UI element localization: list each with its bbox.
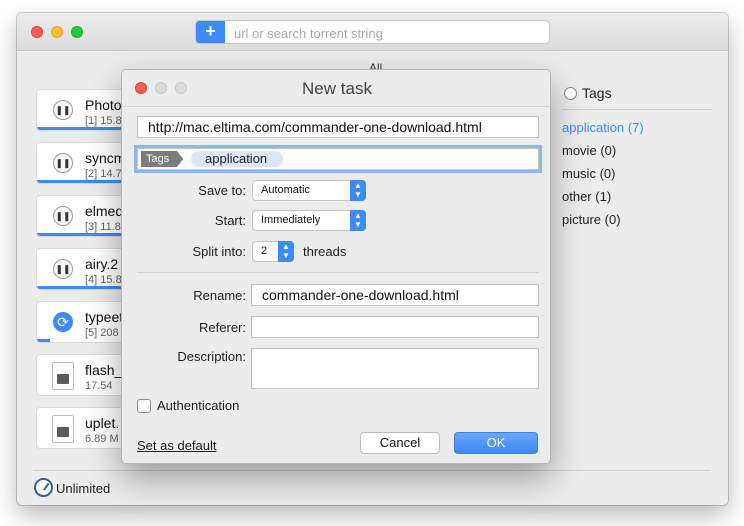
pause-icon[interactable]: ❚❚ [53,153,73,173]
divider [562,109,712,110]
plus-icon: + [205,21,216,41]
tag-filter-label: other [562,189,592,204]
tag-filter-count: (0) [604,212,621,227]
tags-header[interactable]: Tags [562,83,712,105]
pause-icon[interactable]: ❚❚ [53,259,73,279]
split-into-select[interactable]: 2 ▲ ▼ [252,241,294,262]
split-into-value: 2 [261,245,268,257]
authentication-checkbox[interactable] [137,399,151,413]
tags-title: Tags [582,85,612,101]
tag-filter-label: application [562,120,625,135]
tags-field-label: Tags [141,151,184,167]
url-search-input[interactable] [234,25,534,41]
description-label: Description: [177,349,246,364]
download-meta: [5] 208 [85,327,119,339]
cancel-button[interactable]: Cancel [360,432,440,454]
download-meta: [4] 15.8 [85,274,122,286]
start-select[interactable]: Immediately ▲ ▼ [252,210,366,231]
authentication-label[interactable]: Authentication [157,398,239,413]
download-meta: [2] 14.7 [85,168,122,180]
tag-filter-label: movie [562,143,597,158]
tag-filter-label: picture [562,212,602,227]
tags-panel: Tags application (7) movie (0) music (0) ot… [562,83,712,231]
download-meta: [3] 11.8 [85,221,121,233]
speedometer-icon[interactable] [34,478,53,497]
updown-arrows-icon: ▲ ▼ [350,180,366,201]
add-task-button[interactable]: + [196,21,225,43]
tag-filter-item[interactable]: application (7) [562,116,712,139]
divider [137,272,539,273]
tag-filter-count: (1) [595,189,612,204]
file-icon [52,362,74,390]
start-label: Start: [214,213,246,228]
radio-icon[interactable] [564,87,577,100]
save-to-label: Save to: [198,183,246,198]
referer-label: Referer: [199,320,246,335]
minimize-window-button[interactable] [51,26,63,38]
download-name: uplet. [85,415,120,431]
task-url-field[interactable] [137,116,539,138]
download-name: Photo [85,97,122,113]
divider [33,470,710,471]
file-icon [52,415,74,443]
download-name: syncm [85,150,126,166]
new-task-dialog: New task Tags application Save to: Autom… [121,69,551,464]
url-search-bar: + [195,20,550,44]
tag-filter-count: (0) [599,166,616,181]
tag-filter-count: (0) [600,143,617,158]
ok-button[interactable]: OK [454,432,538,454]
main-titlebar: + [17,13,728,51]
referer-field[interactable] [251,316,539,338]
rename-label: Rename: [193,288,246,303]
download-name: elmed [85,203,124,219]
download-meta: 17.54 [85,380,113,392]
updown-arrows-icon: ▲ ▼ [278,241,294,262]
refresh-icon[interactable]: ⟳ [53,312,73,332]
speed-limit-label[interactable]: Unlimited [56,481,110,496]
start-value: Immediately [261,214,321,226]
description-field[interactable] [251,348,539,389]
tag-filter-item[interactable]: picture (0) [562,208,712,231]
tags-field[interactable]: Tags application [137,148,539,170]
threads-label: threads [303,244,347,259]
tag-filter-label: music [562,166,596,181]
close-window-button[interactable] [31,26,43,38]
pause-icon[interactable]: ❚❚ [53,206,73,226]
save-to-select[interactable]: Automatic ▲ ▼ [252,180,366,201]
updown-arrows-icon: ▲ ▼ [350,210,366,231]
set-as-default-link[interactable]: Set as default [137,438,217,453]
download-meta: 6.89 M [85,433,119,445]
split-into-label: Split into: [192,244,246,259]
pause-icon[interactable]: ❚❚ [53,100,73,120]
download-name: airy.2 [85,256,119,272]
download-progress-bar [37,339,50,342]
save-to-value: Automatic [261,184,310,196]
dialog-titlebar: New task [122,70,550,107]
tag-filter-item[interactable]: other (1) [562,185,712,208]
download-name: flash_ [85,362,123,378]
tag-chip[interactable]: application [191,151,283,167]
tag-filter-item[interactable]: movie (0) [562,139,712,162]
download-name: typeet [85,309,124,325]
tag-filter-count: (7) [627,120,644,135]
dialog-title: New task [302,79,372,98]
rename-field[interactable] [251,284,539,306]
tag-list: application (7) movie (0) music (0) other (… [562,116,712,231]
tag-filter-item[interactable]: music (0) [562,162,712,185]
zoom-window-button[interactable] [71,26,83,38]
download-meta: [1] 15.8 [85,115,122,127]
